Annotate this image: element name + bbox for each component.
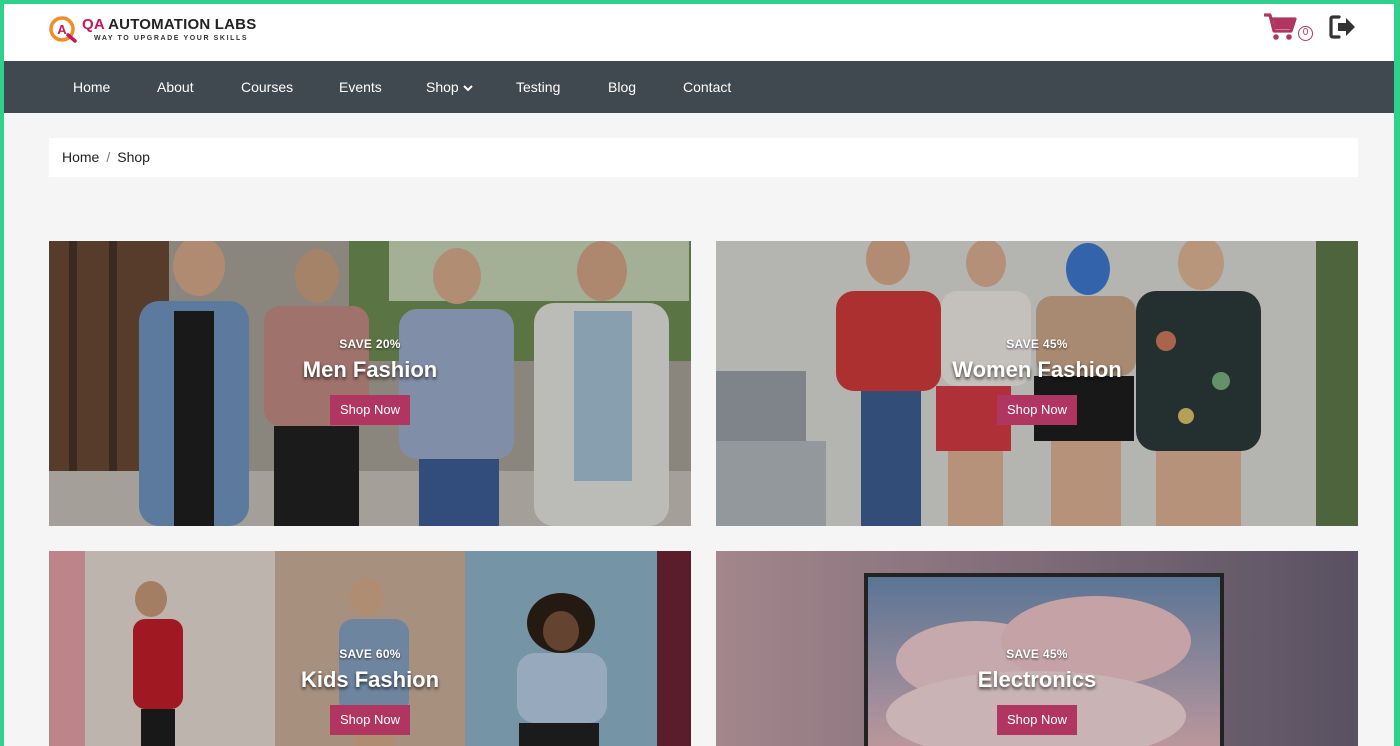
card-content: SAVE 45% Electronics Shop Now — [716, 647, 1358, 735]
logo-title-prefix: QA — [82, 16, 105, 33]
nav-testing[interactable]: Testing — [516, 61, 560, 113]
card-title: Electronics — [977, 667, 1097, 692]
card-title: Women Fashion — [952, 357, 1122, 382]
cart-button[interactable]: 0 — [1264, 12, 1314, 44]
chevron-down-icon — [462, 85, 473, 92]
shop-now-button-women[interactable]: Shop Now — [997, 395, 1077, 425]
card-content: SAVE 45% Women Fashion Shop Now — [716, 337, 1358, 425]
card-title: Men Fashion — [302, 357, 438, 382]
card-discount: SAVE 60% — [339, 647, 401, 661]
main-navigation: Home About Courses Events Shop Testing B… — [4, 61, 1394, 113]
cart-count-badge: 0 — [1298, 26, 1313, 41]
breadcrumb-current: Shop — [117, 149, 150, 165]
card-discount: SAVE 45% — [1006, 337, 1068, 351]
card-title: Kids Fashion — [300, 667, 440, 692]
nav-shop[interactable]: Shop — [426, 61, 473, 113]
breadcrumb: Home / Shop — [49, 138, 1358, 177]
site-logo[interactable]: A QA AUTOMATION LABS WAY TO UPGRADE YOUR… — [48, 14, 268, 48]
logo-icon: A — [49, 16, 77, 43]
nav-blog[interactable]: Blog — [608, 61, 636, 113]
breadcrumb-home[interactable]: Home — [62, 149, 99, 165]
nav-courses[interactable]: Courses — [241, 61, 293, 113]
shop-now-button-electronics[interactable]: Shop Now — [997, 705, 1077, 735]
card-discount: SAVE 20% — [339, 337, 401, 351]
shop-now-button-kids[interactable]: Shop Now — [330, 705, 410, 735]
logo-title-rest: AUTOMATION LABS — [104, 16, 257, 33]
logo-tagline: WAY TO UPGRADE YOUR SKILLS — [94, 35, 249, 42]
page-frame: A QA AUTOMATION LABS WAY TO UPGRADE YOUR… — [4, 4, 1394, 746]
sign-out-icon[interactable] — [1329, 15, 1357, 39]
nav-about[interactable]: About — [157, 61, 194, 113]
logo-title: QA AUTOMATION LABS — [82, 16, 256, 33]
card-content: SAVE 60% Kids Fashion Shop Now — [49, 647, 691, 735]
breadcrumb-separator: / — [106, 149, 111, 165]
card-discount: SAVE 45% — [1006, 647, 1068, 661]
shopping-cart-icon — [1264, 13, 1297, 40]
svg-text:A: A — [57, 22, 67, 37]
category-card-kids[interactable]: SAVE 60% Kids Fashion Shop Now — [49, 551, 691, 746]
category-card-electronics[interactable]: SAVE 45% Electronics Shop Now — [716, 551, 1358, 746]
nav-events[interactable]: Events — [339, 61, 382, 113]
nav-home[interactable]: Home — [73, 61, 110, 113]
nav-shop-label: Shop — [426, 79, 459, 95]
shop-now-button-men[interactable]: Shop Now — [330, 395, 410, 425]
category-card-men[interactable]: SAVE 20% Men Fashion Shop Now — [49, 241, 691, 526]
site-header: A QA AUTOMATION LABS WAY TO UPGRADE YOUR… — [4, 4, 1394, 61]
nav-contact[interactable]: Contact — [683, 61, 731, 113]
card-content: SAVE 20% Men Fashion Shop Now — [49, 337, 691, 425]
category-card-women[interactable]: SAVE 45% Women Fashion Shop Now — [716, 241, 1358, 526]
